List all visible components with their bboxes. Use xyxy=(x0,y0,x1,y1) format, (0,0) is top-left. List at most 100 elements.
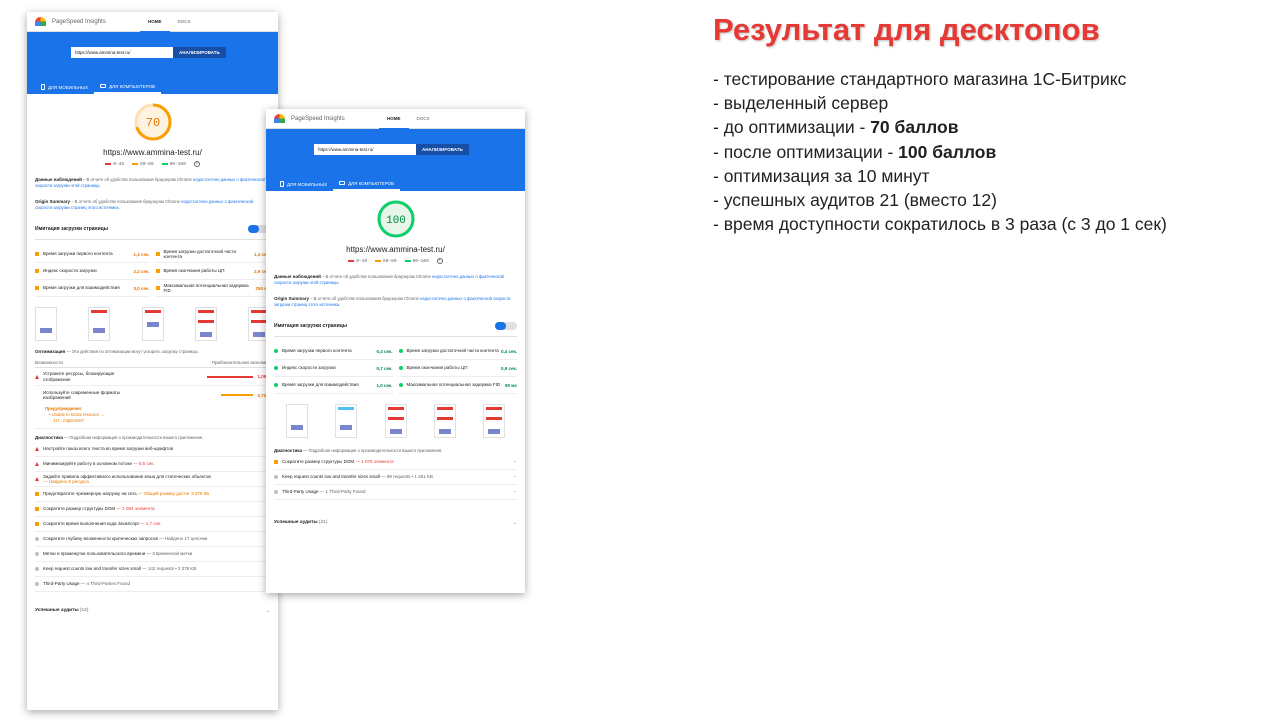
legend-average-marker xyxy=(375,260,382,262)
phone-icon xyxy=(41,84,45,90)
diagnostic-row[interactable]: Keep request counts low and transfer siz… xyxy=(274,470,517,485)
filmstrip-frame xyxy=(141,307,164,341)
nav-home[interactable]: HOME xyxy=(379,109,409,129)
average-square-icon xyxy=(155,286,160,290)
warning-box: Предупреждения: • Unable to locate resou… xyxy=(35,404,270,429)
field-data-title: Данные наблюдений xyxy=(274,274,321,279)
search-panel: АНАЛИЗИРОВАТЬ ДЛЯ МОБИЛЬНЫХ ДЛЯ КОМПЬЮТЕ… xyxy=(27,32,278,94)
diagnostics-list: Сократите размер структуры DOM — 1 076 э… xyxy=(274,455,517,500)
nav-docs[interactable]: DOCS xyxy=(409,109,438,129)
diagnostic-row[interactable]: Сократите время выполнения кода JavaScri… xyxy=(35,517,270,532)
average-square-icon xyxy=(155,269,160,273)
diagnostic-row[interactable]: Third-Party Usage — 4 Third-Parties Foun… xyxy=(35,577,270,592)
metric-si: Индекс скорости загрузки 2,2 сек. xyxy=(35,263,150,280)
phone-icon xyxy=(280,181,284,187)
analyze-button[interactable]: АНАЛИЗИРОВАТЬ xyxy=(173,47,226,58)
tab-mobile[interactable]: ДЛЯ МОБИЛЬНЫХ xyxy=(35,80,94,94)
filmstrip-frame xyxy=(433,404,456,438)
tab-desktop-label: ДЛЯ КОМПЬЮТЕРОВ xyxy=(109,83,156,89)
diagnostic-row[interactable]: Keep request counts low and transfer siz… xyxy=(35,562,270,577)
tab-mobile[interactable]: ДЛЯ МОБИЛЬНЫХ xyxy=(274,177,333,191)
url-input[interactable] xyxy=(314,144,416,155)
metric-fcp: Время загрузки первого контента 1,4 сек. xyxy=(35,246,150,263)
summary-item: - выделенный сервер xyxy=(713,93,889,114)
app-title: PageSpeed Insights xyxy=(291,115,345,122)
metrics-view-toggle[interactable] xyxy=(495,322,517,330)
legend-good: 90–100 xyxy=(412,258,429,264)
poor-triangle-icon xyxy=(35,477,39,481)
origin-summary: Origin Summary – В отчете об удобстве по… xyxy=(274,296,517,308)
metric-si: Индекс скорости загрузки 0,7 сек. xyxy=(274,360,393,377)
legend-good-marker xyxy=(161,163,168,165)
diagnostic-row[interactable]: Предотвратите чрезмерную нагрузку на сет… xyxy=(35,487,270,502)
filmstrip-frame xyxy=(35,307,57,341)
good-circle-icon xyxy=(398,383,403,387)
metric-tti: Время загрузки для взаимодействия 1,0 сек… xyxy=(274,377,393,394)
opportunities-header: Оптимизация — Эти действия по оптимизаци… xyxy=(35,349,199,354)
metric-cpu: Время окончания работы ЦП 2,9 сек. xyxy=(155,263,270,280)
filmstrip xyxy=(266,404,525,438)
origin-summary-text: – В отчете об удобстве пользования брауз… xyxy=(310,296,419,301)
metric-tti: Время загрузки для взаимодействия 3,0 сек… xyxy=(35,280,150,297)
good-circle-icon xyxy=(398,366,403,370)
origin-summary-title: Origin Summary xyxy=(35,199,71,204)
diagnostic-row[interactable]: Сократите размер структуры DOM — 1 084 э… xyxy=(35,502,270,517)
opportunity-row[interactable]: Устраните ресурсы, блокирующие отображен… xyxy=(35,368,270,386)
filmstrip-frame xyxy=(483,404,505,438)
neutral-circle-icon xyxy=(35,552,39,556)
tab-mobile-label: ДЛЯ МОБИЛЬНЫХ xyxy=(287,181,328,187)
diagnostics-list: Настройте показ всего текста во время за… xyxy=(35,442,270,592)
metric-fid: Максимальная потенциальная задержка FID 2… xyxy=(155,280,270,297)
analyze-button[interactable]: АНАЛИЗИРОВАТЬ xyxy=(416,144,469,155)
diagnostics-header: Диагностика — Подробная информация о про… xyxy=(274,448,443,453)
app-title: PageSpeed Insights xyxy=(52,18,106,25)
good-circle-icon xyxy=(274,349,278,353)
tab-desktop[interactable]: ДЛЯ КОМПЬЮТЕРОВ xyxy=(333,177,401,191)
summary-item: - оптимизация за 10 минут xyxy=(713,165,930,186)
diagnostics-header: Диагностика — Подробная информация о про… xyxy=(35,435,204,440)
average-square-icon xyxy=(35,507,39,511)
neutral-circle-icon xyxy=(274,475,278,479)
tab-mobile-label: ДЛЯ МОБИЛЬНЫХ xyxy=(48,84,89,90)
passed-audits[interactable]: Успешные аудиты (12) ⌄ xyxy=(35,608,270,614)
filmstrip-frame xyxy=(88,307,111,341)
info-icon[interactable]: i xyxy=(436,258,443,264)
lab-data-title: Имитация загрузки страницы xyxy=(274,323,347,329)
diagnostic-row[interactable]: Сократите глубину вложенности критически… xyxy=(35,532,270,547)
average-square-icon xyxy=(274,460,278,464)
lab-data-title: Имитация загрузки страницы xyxy=(35,226,108,232)
legend-average-marker xyxy=(132,163,139,165)
top-bar: PageSpeed Insights HOME DOCS xyxy=(27,12,278,32)
diagnostic-row[interactable]: Задайте правила эффективного использован… xyxy=(35,472,270,487)
chevron-down-icon: ⌄ xyxy=(265,608,270,614)
diagnostic-row[interactable]: Сократите размер структуры DOM — 1 076 э… xyxy=(274,455,517,470)
search-panel: АНАЛИЗИРОВАТЬ ДЛЯ МОБИЛЬНЫХ ДЛЯ КОМПЬЮТЕ… xyxy=(266,129,525,191)
url-input[interactable] xyxy=(71,47,173,58)
average-square-icon xyxy=(35,252,39,256)
good-circle-icon xyxy=(398,349,403,353)
summary-item: - после оптимизации - 100 баллов xyxy=(713,141,997,162)
opportunity-row[interactable]: Используйте современные форматы изображе… xyxy=(35,386,270,404)
origin-summary: Origin Summary – В отчете об удобстве по… xyxy=(35,199,270,211)
poor-triangle-icon xyxy=(35,447,39,451)
tab-desktop[interactable]: ДЛЯ КОМПЬЮТЕРОВ xyxy=(94,80,162,94)
diagnostic-row[interactable]: Минимизируйте работу в основном потоке —… xyxy=(35,457,270,472)
good-circle-icon xyxy=(274,366,278,370)
diagnostic-row[interactable]: Настройте показ всего текста во время за… xyxy=(35,442,270,457)
summary-item: - до оптимизации - 70 баллов xyxy=(713,117,959,138)
opportunities-columns: Возможности Приблизительная экономия xyxy=(35,360,270,368)
site-url: https://www.ammina-test.ru/ xyxy=(346,245,445,254)
diagnostic-row[interactable]: Third-Party Usage — 1 Third-Party Found ⌄ xyxy=(274,485,517,500)
laptop-icon xyxy=(100,84,107,88)
field-data-title: Данные наблюдений xyxy=(35,177,82,182)
chevron-down-icon: ⌄ xyxy=(512,458,517,465)
passed-audits[interactable]: Успешные аудиты (21) ⌄ xyxy=(274,520,517,526)
summary-item: - время доступности сократилось в 3 раза… xyxy=(713,214,1167,235)
top-bar: PageSpeed Insights HOME DOCS xyxy=(266,109,525,129)
metric-fid: Максимальная потенциальная задержка FID 9… xyxy=(398,377,517,394)
info-icon[interactable]: i xyxy=(193,161,200,167)
nav-home[interactable]: HOME xyxy=(140,12,170,32)
pagespeed-logo-icon xyxy=(35,17,46,26)
nav-docs[interactable]: DOCS xyxy=(170,12,199,32)
diagnostic-row[interactable]: Метки и промежутки пользовательского вре… xyxy=(35,547,270,562)
